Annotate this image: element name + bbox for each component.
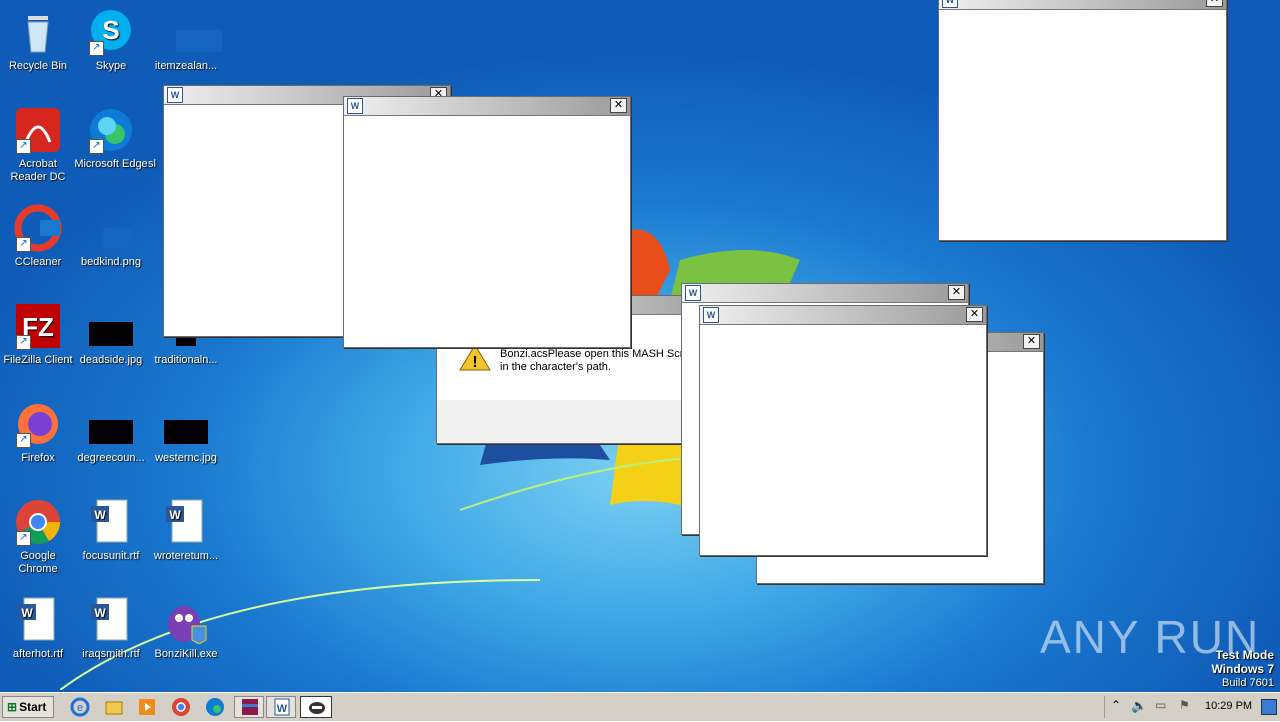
desktop-icon-firefox[interactable]: ↗ Firefox <box>0 400 76 465</box>
filezilla-icon: FZ ↗ <box>14 302 62 350</box>
action-center-flag-icon[interactable]: ⚑ <box>1179 698 1190 712</box>
taskbar: ⊞ Start e W ⌃ 🔈 ▭ ⚑ 10:29 PM <box>0 692 1280 721</box>
word-icon: W <box>942 0 958 8</box>
svg-text:W: W <box>21 606 33 620</box>
recycle-bin-icon <box>14 8 62 56</box>
desktop-icon-iraqsmith[interactable]: W iraqsmith.rtf <box>73 596 149 661</box>
svg-text:W: W <box>169 508 181 522</box>
test-mode-line2: Windows 7 <box>1211 662 1274 676</box>
desktop-icon-acrobat[interactable]: ↗ Acrobat Reader DC <box>0 106 76 184</box>
close-button[interactable]: ✕ <box>1206 0 1223 7</box>
word-icon: W <box>703 307 719 323</box>
start-label: Start <box>19 700 47 714</box>
test-mode-line1: Test Mode <box>1215 648 1274 662</box>
titlebar[interactable]: W✕ <box>939 0 1226 10</box>
image-file-icon <box>87 400 135 448</box>
image-file-icon <box>87 204 135 252</box>
svg-text:W: W <box>277 703 288 715</box>
close-button[interactable]: ✕ <box>966 307 983 322</box>
bonzi-task-icon <box>309 702 325 714</box>
show-desktop-button[interactable] <box>1261 699 1277 715</box>
word-icon: W <box>167 87 183 103</box>
ie-icon[interactable]: e <box>70 697 90 717</box>
word-task-button[interactable]: W <box>266 696 296 718</box>
desktop-icon-chrome[interactable]: ↗ Google Chrome <box>0 498 76 576</box>
desktop-icon-deadside[interactable]: deadside.jpg <box>73 302 149 367</box>
bonzi-icon <box>162 596 210 645</box>
word-doc-icon: W <box>162 498 210 546</box>
image-file-icon <box>162 400 210 448</box>
word-icon: W <box>347 98 363 114</box>
desktop-icon-bedkind[interactable]: bedkind.png <box>73 204 149 269</box>
desktop-icon-bonzikill[interactable]: BonziKill.exe <box>148 596 224 661</box>
close-button[interactable]: ✕ <box>1023 334 1040 349</box>
word-doc-icon: W <box>14 596 62 644</box>
clock[interactable]: 10:29 PM <box>1205 700 1252 712</box>
titlebar[interactable]: W✕ <box>682 284 968 303</box>
titlebar[interactable]: W✕ <box>700 306 986 325</box>
network-icon[interactable]: ▭ <box>1155 698 1166 712</box>
test-mode-line3: Build 7601 <box>1222 677 1274 689</box>
desktop-icon-degreecoun[interactable]: degreecoun... <box>73 400 149 465</box>
edge-icon[interactable] <box>205 697 225 717</box>
desktop-icon-afterhot[interactable]: W afterhot.rtf <box>0 596 76 661</box>
system-tray: ⌃ 🔈 ▭ ⚑ 10:29 PM <box>1104 696 1280 718</box>
windows-flag-icon: ⊞ <box>7 700 18 714</box>
empty-window-3[interactable]: W✕ <box>938 0 1227 241</box>
desktop-icon-recycle-bin[interactable]: Recycle Bin <box>0 8 76 73</box>
desktop: Recycle Bin S ↗ Skype itemzealan... ↗ Acr… <box>0 0 1280 692</box>
desktop-icon-wroteretum[interactable]: W wroteretum... <box>148 498 224 563</box>
test-mode-notice: Test Mode Windows 7 Build 7601 <box>1211 648 1274 690</box>
explorer-icon[interactable] <box>104 697 124 717</box>
close-button[interactable]: ✕ <box>948 285 965 300</box>
image-file-icon <box>162 8 222 56</box>
empty-window-2[interactable]: W ✕ <box>343 96 631 348</box>
desktop-icon-filezilla[interactable]: FZ ↗ FileZilla Client <box>0 302 76 367</box>
desktop-icon-ccleaner[interactable]: ↗ CCleaner <box>0 204 76 269</box>
desktop-icon-skype[interactable]: S ↗ Skype <box>73 8 149 73</box>
close-button[interactable]: ✕ <box>610 98 627 113</box>
edge-icon: ↗ <box>87 106 135 154</box>
svg-text:S: S <box>102 15 119 45</box>
start-button[interactable]: ⊞ Start <box>2 696 54 718</box>
skype-icon: S ↗ <box>87 8 135 56</box>
desktop-icon-edge[interactable]: ↗ Microsoft Edge <box>73 106 149 171</box>
empty-window-6[interactable]: W ✕ <box>699 305 987 556</box>
word-doc-icon: W <box>87 596 135 644</box>
volume-icon[interactable]: 🔈 <box>1131 698 1147 714</box>
svg-text:W: W <box>94 508 106 522</box>
desktop-icon-itemzealan[interactable]: itemzealan... <box>148 8 224 73</box>
desktop-icon-focusunit[interactable]: W focusunit.rtf <box>73 498 149 563</box>
image-file-icon <box>87 302 135 350</box>
media-player-icon[interactable] <box>137 697 157 717</box>
winrar-task-button[interactable] <box>234 696 264 718</box>
titlebar[interactable]: W✕ <box>344 97 630 116</box>
desktop-icon-westernc[interactable]: westernc.jpg <box>148 400 224 465</box>
word-icon: W <box>274 698 290 716</box>
svg-text:e: e <box>77 702 83 714</box>
firefox-icon: ↗ <box>14 400 62 448</box>
svg-text:W: W <box>94 606 106 620</box>
word-icon: W <box>685 285 701 301</box>
show-hidden-icons-button[interactable]: ⌃ <box>1111 698 1121 712</box>
word-doc-icon: W <box>87 498 135 546</box>
bonzi-task-button[interactable] <box>300 696 332 718</box>
acrobat-icon: ↗ <box>14 106 62 154</box>
ccleaner-icon: ↗ <box>14 204 62 252</box>
chrome-icon: ↗ <box>14 498 62 546</box>
chrome-icon[interactable] <box>171 697 191 717</box>
winrar-icon <box>242 699 258 715</box>
svg-text:!: ! <box>472 354 477 371</box>
